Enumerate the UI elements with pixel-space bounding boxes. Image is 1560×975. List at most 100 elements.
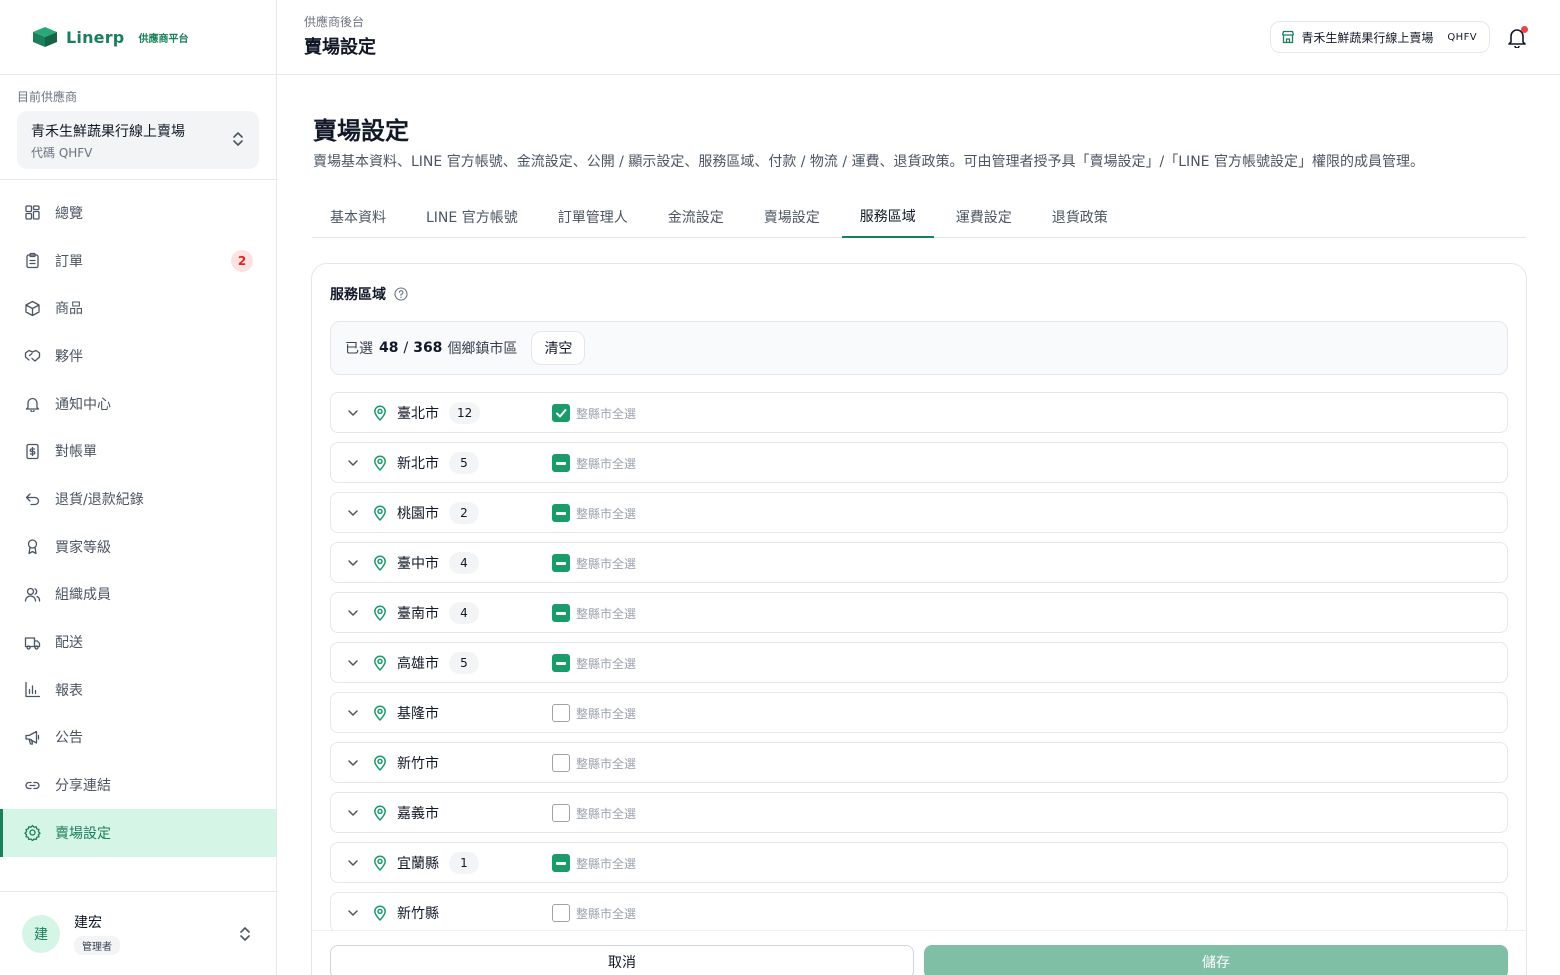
chevron-down-icon[interactable] [346, 456, 360, 470]
checkbox[interactable] [552, 904, 570, 922]
sidebar-item-award[interactable]: 買家等級 [0, 523, 276, 571]
handshake-icon [24, 347, 41, 364]
vendor-switcher[interactable]: 青禾生鮮蔬果行線上賣場 代碼 QHFV [17, 111, 259, 169]
tab-2[interactable]: 訂單管理人 [540, 195, 646, 238]
checkbox[interactable] [552, 454, 570, 472]
package-icon [24, 300, 41, 317]
select-all-toggle[interactable]: 整縣市全選 [552, 704, 636, 722]
sidebar-item-gear[interactable]: 賣場設定 [0, 808, 276, 857]
checkbox[interactable] [552, 654, 570, 672]
city-name: 宜蘭縣 [397, 855, 439, 872]
tab-3[interactable]: 金流設定 [650, 195, 742, 238]
chevron-down-icon[interactable] [346, 906, 360, 920]
city-row[interactable]: 桃園市 2 整縣市全選 [330, 492, 1508, 533]
select-all-label: 整縣市全選 [576, 806, 637, 821]
chevron-down-icon[interactable] [346, 706, 360, 720]
district-count-badge: 5 [449, 451, 479, 474]
save-button[interactable]: 儲存 [924, 944, 1508, 975]
city-row[interactable]: 嘉義市 整縣市全選 [330, 792, 1508, 833]
tab-0[interactable]: 基本資料 [312, 195, 404, 238]
checkbox[interactable] [552, 704, 570, 722]
sidebar-item-label: 訂單 [55, 253, 83, 270]
chevron-up-down-icon [240, 927, 250, 941]
sidebar-item-return[interactable]: 退貨/退款紀錄 [0, 475, 276, 523]
checkbox[interactable] [552, 504, 570, 522]
chevron-down-icon[interactable] [346, 656, 360, 670]
sidebar-item-invoice[interactable]: 對帳單 [0, 427, 276, 475]
chevron-up-down-icon [233, 132, 243, 146]
city-row[interactable]: 臺南市 4 整縣市全選 [330, 592, 1508, 633]
checkbox[interactable] [552, 404, 570, 422]
sidebar-item-megaphone[interactable]: 公告 [0, 714, 276, 762]
bell-icon [24, 395, 41, 413]
award-icon [24, 538, 41, 555]
sidebar-item-clipboard[interactable]: 訂單 2 [0, 237, 276, 285]
clear-button[interactable]: 清空 [531, 331, 586, 365]
sidebar-item-handshake[interactable]: 夥伴 [0, 332, 276, 380]
service-area-card: 服務區域 已選 48 / 368 個鄉鎮市區 清空 臺北市 12 整縣市全選 新北市 5… [311, 263, 1527, 975]
sidebar-item-bell[interactable]: 通知中心 [0, 380, 276, 428]
city-row[interactable]: 新竹縣 整縣市全選 [330, 892, 1508, 933]
vendor-block: 目前供應商 青禾生鮮蔬果行線上賣場 代碼 QHFV [0, 75, 276, 180]
tab-1[interactable]: LINE 官方帳號 [408, 195, 536, 238]
city-name: 新竹市 [397, 755, 439, 772]
chevron-down-icon[interactable] [346, 406, 360, 420]
select-all-toggle[interactable]: 整縣市全選 [552, 554, 636, 572]
tab-4[interactable]: 賣場設定 [746, 195, 838, 238]
select-all-toggle[interactable]: 整縣市全選 [552, 654, 636, 672]
avatar: 建 [22, 914, 60, 953]
select-all-label: 整縣市全選 [576, 606, 637, 621]
select-all-toggle[interactable]: 整縣市全選 [552, 754, 636, 772]
city-row[interactable]: 臺中市 4 整縣市全選 [330, 542, 1508, 583]
notification-bell[interactable] [1506, 26, 1528, 49]
city-name: 桃園市 [397, 505, 439, 522]
breadcrumb[interactable]: 供應商後台 [304, 13, 364, 30]
sidebar-item-label: 夥伴 [55, 348, 83, 365]
cancel-button[interactable]: 取消 [330, 944, 914, 975]
select-all-toggle[interactable]: 整縣市全選 [552, 904, 636, 922]
checkbox[interactable] [552, 604, 570, 622]
select-all-toggle[interactable]: 整縣市全選 [552, 604, 636, 622]
city-row[interactable]: 基隆市 整縣市全選 [330, 692, 1508, 733]
chevron-down-icon[interactable] [346, 606, 360, 620]
map-pin-icon [374, 455, 386, 471]
sidebar-item-package[interactable]: 商品 [0, 284, 276, 332]
select-all-toggle[interactable]: 整縣市全選 [552, 504, 636, 522]
select-all-toggle[interactable]: 整縣市全選 [552, 804, 636, 822]
chevron-down-icon[interactable] [346, 806, 360, 820]
tab-5[interactable]: 服務區域 [841, 195, 934, 238]
city-row[interactable]: 新竹市 整縣市全選 [330, 742, 1508, 783]
chevron-down-icon[interactable] [346, 556, 360, 570]
help-circle-icon[interactable] [394, 287, 408, 301]
select-all-toggle[interactable]: 整縣市全選 [552, 404, 636, 422]
store-code: QHFV [1447, 31, 1477, 43]
header-title: 賣場設定 [304, 37, 376, 58]
sidebar-item-users[interactable]: 組織成員 [0, 571, 276, 619]
select-all-toggle[interactable]: 整縣市全選 [552, 854, 636, 872]
checkbox[interactable] [552, 854, 570, 872]
store-switcher[interactable]: 青禾生鮮蔬果行線上賣場 QHFV [1270, 21, 1490, 53]
user-menu[interactable]: 建 建宏 管理者 [0, 891, 276, 975]
chevron-down-icon[interactable] [346, 856, 360, 870]
city-row[interactable]: 宜蘭縣 1 整縣市全選 [330, 842, 1508, 883]
city-row[interactable]: 新北市 5 整縣市全選 [330, 442, 1508, 483]
checkbox[interactable] [552, 804, 570, 822]
city-row[interactable]: 高雄市 5 整縣市全選 [330, 642, 1508, 683]
tab-7[interactable]: 退貨政策 [1034, 195, 1126, 238]
select-all-label: 整縣市全選 [576, 656, 637, 671]
sidebar-item-grid[interactable]: 總覽 [0, 189, 276, 237]
sidebar-item-chart[interactable]: 報表 [0, 666, 276, 714]
sidebar: Linerp 供應商平台 目前供應商 青禾生鮮蔬果行線上賣場 代碼 QHFV 總… [0, 0, 277, 975]
select-all-toggle[interactable]: 整縣市全選 [552, 454, 636, 472]
select-all-label: 整縣市全選 [576, 906, 637, 921]
district-count-badge: 5 [449, 651, 479, 674]
city-row[interactable]: 臺北市 12 整縣市全選 [330, 392, 1508, 433]
chevron-down-icon[interactable] [346, 506, 360, 520]
sidebar-item-truck[interactable]: 配送 [0, 618, 276, 666]
checkbox[interactable] [552, 554, 570, 572]
sidebar-item-link[interactable]: 分享連結 [0, 761, 276, 809]
tab-6[interactable]: 運費設定 [938, 195, 1030, 238]
brand[interactable]: Linerp 供應商平台 [0, 0, 276, 75]
chevron-down-icon[interactable] [346, 756, 360, 770]
checkbox[interactable] [552, 754, 570, 772]
